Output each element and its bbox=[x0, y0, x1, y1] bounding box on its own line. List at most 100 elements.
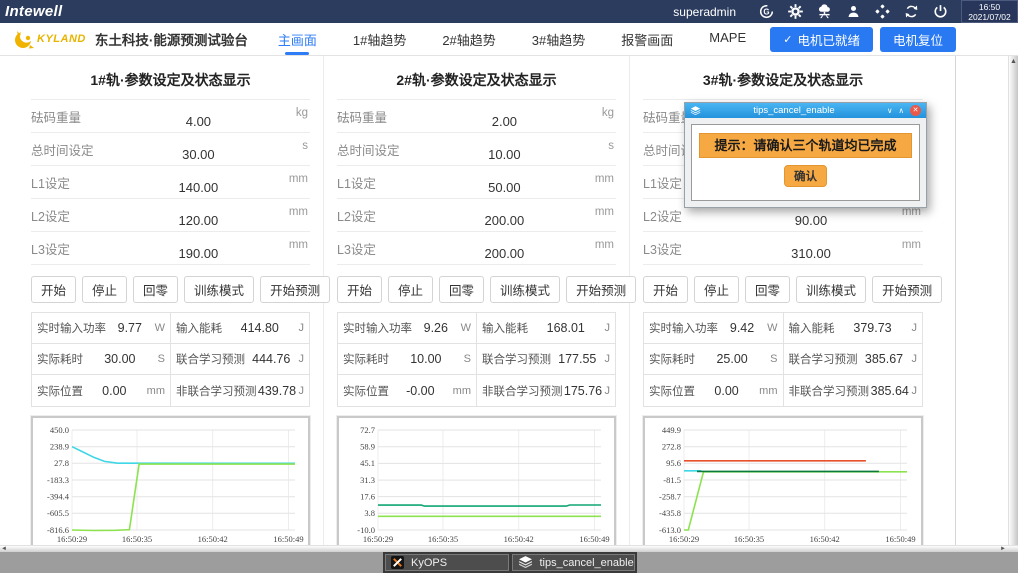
status-value: 0.00 bbox=[83, 384, 146, 398]
stop-button[interactable]: 停止 bbox=[694, 276, 739, 303]
current-user-label: superadmin bbox=[673, 5, 736, 19]
field-value-input[interactable]: 2.00 bbox=[449, 114, 561, 129]
field-row-l3: L3设定 200.00 mm bbox=[337, 232, 616, 265]
train-mode-button[interactable]: 训练模式 bbox=[184, 276, 254, 303]
tab-mape[interactable]: MAPE bbox=[707, 25, 748, 54]
field-value-input[interactable]: 4.00 bbox=[143, 114, 255, 129]
motor-actions: ✓ 电机已就绪 电机复位 bbox=[770, 27, 956, 52]
svg-text:27.8: 27.8 bbox=[54, 458, 69, 468]
status-label: 实时输入功率 bbox=[37, 320, 106, 336]
dialog-body: 提示：请确认三个轨道均已完成 确认 bbox=[685, 118, 926, 207]
tab-axis2-trend[interactable]: 2#轴趋势 bbox=[440, 25, 497, 54]
field-unit: s bbox=[302, 140, 308, 152]
field-value-input[interactable]: 140.00 bbox=[143, 180, 255, 195]
g-badge-icon[interactable]: G bbox=[758, 3, 775, 20]
field-value-input[interactable]: 310.00 bbox=[755, 246, 867, 261]
stop-button[interactable]: 停止 bbox=[82, 276, 127, 303]
svg-text:272.8: 272.8 bbox=[662, 442, 681, 452]
apps-icon[interactable] bbox=[874, 3, 891, 20]
svg-text:16:50:35: 16:50:35 bbox=[428, 534, 458, 544]
taskbar-item-kyops[interactable]: KyOPS bbox=[385, 554, 509, 571]
gear-icon[interactable] bbox=[787, 3, 804, 20]
status-row: 实际位置 0.00 mm 非联合学习预测 439.78 J bbox=[32, 375, 309, 406]
status-unit: S bbox=[770, 353, 777, 365]
cloud-network-icon[interactable] bbox=[816, 3, 833, 20]
tips-dialog: tips_cancel_enable ∨ ∧ ✕ 提示：请确认三个轨道均已完成 … bbox=[684, 102, 927, 208]
svg-text:16:50:42: 16:50:42 bbox=[504, 534, 534, 544]
scroll-up-icon[interactable]: ▲ bbox=[1009, 58, 1018, 65]
status-label: 实际耗时 bbox=[37, 351, 83, 367]
start-button[interactable]: 开始 bbox=[337, 276, 382, 303]
start-button[interactable]: 开始 bbox=[31, 276, 76, 303]
power-icon[interactable] bbox=[932, 3, 949, 20]
return-zero-button[interactable]: 回零 bbox=[439, 276, 484, 303]
status-value: 444.76 bbox=[245, 352, 298, 366]
status-value: 10.00 bbox=[389, 352, 463, 366]
confirm-button[interactable]: 确认 bbox=[784, 165, 827, 187]
status-label: 实际耗时 bbox=[343, 351, 389, 367]
stop-button[interactable]: 停止 bbox=[388, 276, 433, 303]
maximize-icon[interactable]: ∧ bbox=[899, 107, 905, 115]
tab-axis1-trend[interactable]: 1#轴趋势 bbox=[351, 25, 408, 54]
sync-icon[interactable] bbox=[903, 3, 920, 20]
field-label: 砝码重量 bbox=[337, 107, 387, 126]
field-value-input[interactable]: 200.00 bbox=[449, 213, 561, 228]
svg-text:58.9: 58.9 bbox=[360, 442, 375, 452]
status-label: 实际位置 bbox=[649, 383, 695, 399]
field-value-input[interactable]: 90.00 bbox=[755, 213, 867, 228]
field-unit: mm bbox=[595, 173, 614, 185]
return-zero-button[interactable]: 回零 bbox=[133, 276, 178, 303]
svg-text:16:50:35: 16:50:35 bbox=[122, 534, 152, 544]
tab-alarm-screen[interactable]: 报警画面 bbox=[619, 25, 675, 54]
status-cell-position: 实际位置 -0.00 mm bbox=[338, 375, 477, 406]
field-value-input[interactable]: 120.00 bbox=[143, 213, 255, 228]
field-row-l2: L2设定 200.00 mm bbox=[337, 199, 616, 232]
start-predict-button[interactable]: 开始预测 bbox=[260, 276, 330, 303]
dialog-title: tips_cancel_enable bbox=[701, 105, 887, 116]
status-label: 非联合学习预测 bbox=[482, 383, 563, 399]
close-icon[interactable]: ✕ bbox=[910, 105, 921, 116]
status-cell-elapsed: 实际耗时 25.00 S bbox=[644, 344, 784, 374]
status-label: 输入能耗 bbox=[176, 320, 222, 336]
start-button[interactable]: 开始 bbox=[643, 276, 688, 303]
field-label: L2设定 bbox=[31, 206, 70, 225]
panel-title: 3#轨·参数设定及状态显示 bbox=[643, 70, 923, 90]
status-row: 实时输入功率 9.42 W 输入能耗 379.73 J bbox=[644, 313, 922, 344]
trend-chart: 16:50:2916:50:3516:50:4216:50:4972.758.9… bbox=[337, 416, 616, 545]
tab-axis3-trend[interactable]: 3#轴趋势 bbox=[530, 25, 587, 54]
horizontal-scrollbar[interactable]: ◄ ► bbox=[0, 545, 1018, 552]
status-row: 实际位置 0.00 mm 非联合学习预测 385.64 J bbox=[644, 375, 922, 406]
status-value: 379.73 bbox=[835, 321, 911, 335]
panel-title: 1#轨·参数设定及状态显示 bbox=[31, 70, 310, 90]
field-label: L1设定 bbox=[643, 173, 682, 192]
field-value-input[interactable]: 10.00 bbox=[449, 147, 561, 162]
tab-main-screen[interactable]: 主画面 bbox=[276, 25, 319, 54]
taskbar-item-label: tips_cancel_enable bbox=[540, 557, 634, 569]
taskbar-item-tips-cancel-enable[interactable]: tips_cancel_enable bbox=[512, 554, 636, 571]
minimize-icon[interactable]: ∨ bbox=[887, 107, 893, 115]
train-mode-button[interactable]: 训练模式 bbox=[796, 276, 866, 303]
trend-chart: 16:50:2916:50:3516:50:4216:50:49449.9272… bbox=[643, 416, 923, 545]
clock-time: 16:50 bbox=[979, 2, 1000, 12]
field-value-input[interactable]: 50.00 bbox=[449, 180, 561, 195]
start-predict-button[interactable]: 开始预测 bbox=[872, 276, 942, 303]
user-icon[interactable] bbox=[845, 3, 862, 20]
motor-reset-label: 电机复位 bbox=[893, 30, 943, 49]
start-predict-button[interactable]: 开始预测 bbox=[566, 276, 636, 303]
status-value: 30.00 bbox=[83, 352, 157, 366]
field-value-input[interactable]: 190.00 bbox=[143, 246, 255, 261]
field-value-input[interactable]: 200.00 bbox=[449, 246, 561, 261]
field-value-input[interactable]: 30.00 bbox=[143, 147, 255, 162]
status-label: 实际耗时 bbox=[649, 351, 695, 367]
os-taskbar: KyOPS tips_cancel_enable bbox=[0, 552, 1018, 573]
app-navbar: KYLAND 东土科技·能源预测试验台 主画面 1#轴趋势 2#轴趋势 3#轴趋… bbox=[0, 23, 1018, 56]
motor-ready-button[interactable]: ✓ 电机已就绪 bbox=[770, 27, 873, 52]
return-zero-button[interactable]: 回零 bbox=[745, 276, 790, 303]
train-mode-button[interactable]: 训练模式 bbox=[490, 276, 560, 303]
svg-text:450.0: 450.0 bbox=[50, 425, 69, 435]
motor-reset-button[interactable]: 电机复位 bbox=[880, 27, 956, 52]
svg-text:-613.0: -613.0 bbox=[659, 525, 681, 535]
vertical-scrollbar[interactable]: ▲ bbox=[1008, 56, 1018, 545]
dialog-titlebar[interactable]: tips_cancel_enable ∨ ∧ ✕ bbox=[685, 103, 926, 118]
panel-rail-1: 1#轨·参数设定及状态显示 砝码重量 4.00 kg 总时间设定 30.00 s… bbox=[18, 56, 324, 545]
